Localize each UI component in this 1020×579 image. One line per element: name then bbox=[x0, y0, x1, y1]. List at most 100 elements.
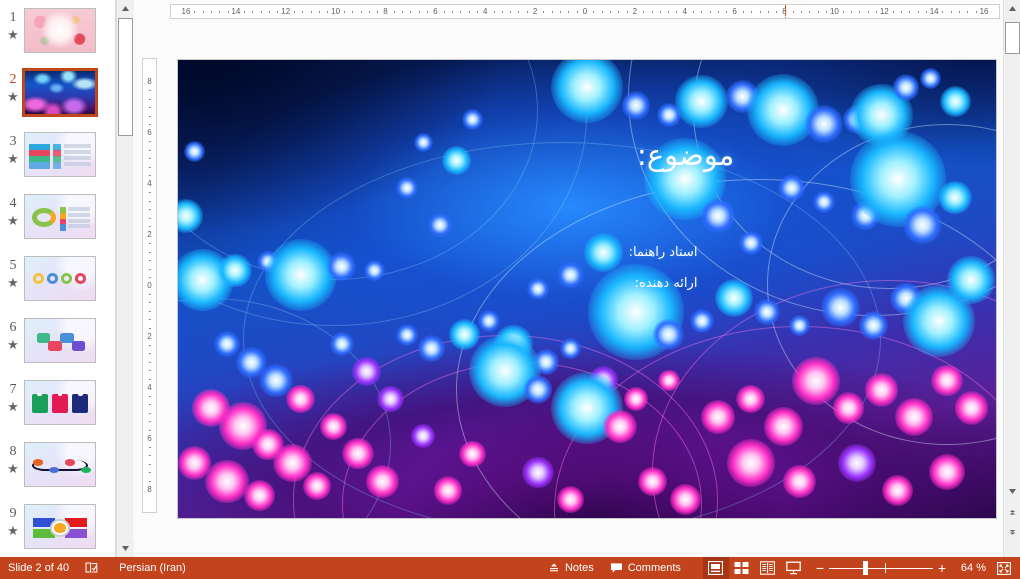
slide-counter[interactable]: Slide 2 of 40 bbox=[0, 557, 77, 579]
ruler-h-label: 12 bbox=[279, 7, 293, 16]
ruler-v-tick bbox=[149, 158, 151, 159]
ruler-v-tick bbox=[149, 370, 151, 371]
spell-check-button[interactable] bbox=[77, 557, 111, 579]
ruler-v-tick bbox=[149, 353, 151, 354]
slide-thumbnail-image[interactable] bbox=[24, 504, 96, 549]
view-button-reading-view[interactable] bbox=[755, 557, 781, 579]
light-dot bbox=[764, 407, 802, 445]
slide-editing-area[interactable]: موضوع: استاد راهنما: ارائه دهنده: bbox=[160, 22, 1000, 557]
slide-area-scrollbar[interactable] bbox=[1003, 0, 1020, 557]
ruler-v-tick bbox=[149, 302, 151, 303]
slide-thumbnail-image[interactable] bbox=[24, 256, 96, 301]
light-dot bbox=[434, 476, 463, 505]
ruler-h-tick bbox=[942, 11, 943, 13]
light-dot bbox=[428, 213, 452, 237]
ruler-indent-marker[interactable] bbox=[785, 5, 786, 19]
previous-slide-button[interactable] bbox=[1004, 504, 1020, 521]
ruler-h-tick bbox=[543, 11, 544, 13]
animation-star-icon[interactable]: ★ bbox=[6, 214, 20, 228]
animation-star-icon[interactable]: ★ bbox=[6, 338, 20, 352]
slide-scrollbar-thumb[interactable] bbox=[1005, 22, 1020, 54]
zoom-slider[interactable] bbox=[829, 557, 933, 579]
ruler-v-tick bbox=[149, 150, 151, 151]
ruler-h-tick bbox=[518, 11, 519, 13]
zoom-slider-handle[interactable] bbox=[863, 561, 868, 575]
slide-thumbnail-3[interactable]: 3★ bbox=[0, 130, 116, 192]
notes-button[interactable]: Notes bbox=[540, 557, 602, 579]
animation-star-icon[interactable]: ★ bbox=[6, 152, 20, 166]
slide-thumbnail-image[interactable] bbox=[22, 68, 98, 117]
slide-thumbnail-6[interactable]: 6★ bbox=[0, 316, 116, 378]
ruler-h-tick bbox=[502, 11, 503, 13]
ruler-v-tick bbox=[149, 404, 151, 405]
slide-thumbnail-number: 5 bbox=[4, 258, 22, 274]
vertical-ruler[interactable]: 864202468 bbox=[142, 58, 157, 513]
ruler-v-tick bbox=[149, 167, 151, 168]
light-dot bbox=[286, 385, 315, 414]
slide-thumbnail-number: 9 bbox=[4, 506, 22, 522]
animation-star-icon[interactable]: ★ bbox=[6, 276, 20, 290]
view-button-slide-sorter[interactable] bbox=[729, 557, 755, 579]
animation-star-icon[interactable]: ★ bbox=[6, 28, 20, 42]
ruler-v-tick bbox=[149, 464, 151, 465]
current-slide[interactable]: موضوع: استاد راهنما: ارائه دهنده: bbox=[178, 60, 996, 518]
ruler-h-tick bbox=[568, 11, 569, 13]
zoom-control[interactable]: − + bbox=[807, 557, 955, 579]
slide-thumbnail-image[interactable] bbox=[24, 132, 96, 177]
slide-title-text[interactable]: موضوع: bbox=[637, 138, 734, 172]
thumbnail-scroll-up-button[interactable] bbox=[117, 0, 134, 17]
powerpoint-window: 1★2★3★4★5★6★7★8★9★ 161412108642024681012… bbox=[0, 0, 1020, 579]
thumbnail-scrollbar[interactable] bbox=[116, 0, 133, 557]
fit-slide-to-window-button[interactable] bbox=[992, 557, 1016, 579]
light-dot bbox=[320, 413, 346, 439]
ruler-h-tick bbox=[643, 11, 644, 13]
ruler-v-tick bbox=[149, 455, 151, 456]
slide-thumbnail-pane[interactable]: 1★2★3★4★5★6★7★8★9★ bbox=[0, 0, 116, 557]
slide-thumbnail-image[interactable] bbox=[24, 318, 96, 363]
zoom-out-button[interactable]: − bbox=[811, 557, 829, 579]
zoom-in-button[interactable]: + bbox=[933, 557, 951, 579]
animation-star-icon[interactable]: ★ bbox=[6, 400, 20, 414]
slide-thumbnail-9[interactable]: 9★ bbox=[0, 502, 116, 557]
slide-presenter-text[interactable]: ارائه دهنده: bbox=[635, 276, 698, 291]
slide-thumbnail-7[interactable]: 7★ bbox=[0, 378, 116, 440]
horizontal-ruler[interactable]: 1614121086420246810121416 bbox=[170, 4, 1000, 19]
view-button-normal[interactable] bbox=[703, 557, 729, 579]
slide-thumbnail-number: 4 bbox=[4, 196, 22, 212]
light-dot bbox=[658, 370, 680, 392]
animation-star-icon[interactable]: ★ bbox=[6, 90, 20, 104]
slide-thumbnail-number: 7 bbox=[4, 382, 22, 398]
slide-thumbnail-image[interactable] bbox=[24, 194, 96, 239]
next-slide-button[interactable] bbox=[1004, 524, 1020, 541]
light-dot bbox=[670, 484, 701, 515]
ruler-h-tick bbox=[452, 11, 453, 13]
slide-thumbnail-number: 2 bbox=[4, 72, 22, 88]
slide-thumbnail-number: 6 bbox=[4, 320, 22, 336]
slide-thumbnail-image[interactable] bbox=[24, 442, 96, 487]
slide-thumbnail-2[interactable]: 2★ bbox=[0, 68, 116, 130]
ruler-h-tick bbox=[909, 11, 910, 13]
slide-thumbnail-image[interactable] bbox=[24, 380, 96, 425]
light-dot bbox=[342, 438, 373, 469]
thumbnail-scrollbar-thumb[interactable] bbox=[118, 18, 133, 136]
slide-scroll-down-button[interactable] bbox=[1004, 483, 1020, 500]
thumbnail-scroll-down-button[interactable] bbox=[117, 540, 134, 557]
slide-thumbnail-5[interactable]: 5★ bbox=[0, 254, 116, 316]
ruler-h-tick bbox=[710, 11, 711, 13]
slide-scroll-up-button[interactable] bbox=[1004, 0, 1020, 17]
zoom-level-label[interactable]: 64 % bbox=[955, 562, 992, 574]
slide-thumbnail-image[interactable] bbox=[24, 8, 96, 53]
animation-star-icon[interactable]: ★ bbox=[6, 462, 20, 476]
light-dot bbox=[449, 319, 480, 350]
comments-button[interactable]: Comments bbox=[602, 557, 689, 579]
light-dot bbox=[396, 324, 418, 346]
animation-star-icon[interactable]: ★ bbox=[6, 524, 20, 538]
light-dot bbox=[940, 86, 971, 117]
slide-thumbnail-1[interactable]: 1★ bbox=[0, 6, 116, 68]
view-button-slide-show[interactable] bbox=[781, 557, 807, 579]
slide-thumbnail-8[interactable]: 8★ bbox=[0, 440, 116, 502]
language-indicator[interactable]: Persian (Iran) bbox=[111, 557, 194, 579]
slide-thumbnail-4[interactable]: 4★ bbox=[0, 192, 116, 254]
slide-supervisor-text[interactable]: استاد راهنما: bbox=[629, 245, 698, 260]
light-dot bbox=[557, 486, 583, 512]
